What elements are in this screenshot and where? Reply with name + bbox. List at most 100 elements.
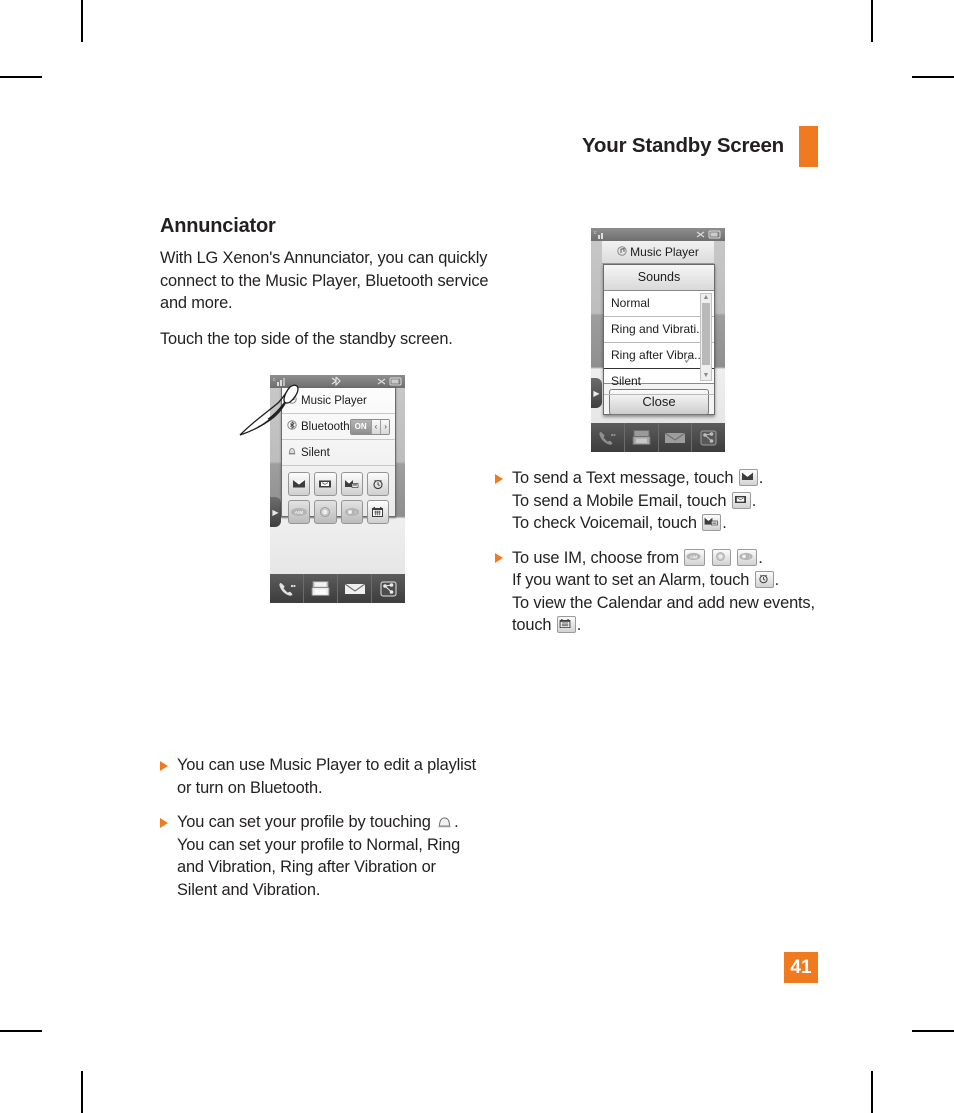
section-title-annunciator: Annunciator — [160, 215, 276, 237]
bullet-text-period: . — [751, 491, 757, 510]
sounds-list-scrollbar[interactable]: ▲ ▼ — [700, 293, 712, 381]
bullet-text-period: . — [454, 813, 459, 831]
dialer-icon[interactable] — [270, 574, 304, 603]
bullet-text-line3: To check Voicemail, touch — [512, 514, 697, 532]
yahoo-messenger-icon: ! — [737, 548, 758, 566]
alarm-clock-icon — [754, 571, 774, 588]
bullet-text-line4: Silent and Vibration. — [177, 880, 321, 899]
bullet-triangle-icon — [160, 760, 168, 771]
messages-icon[interactable] — [338, 574, 372, 603]
yahoo-messenger-icon[interactable]: ! — [340, 500, 363, 524]
messages-icon[interactable] — [659, 423, 693, 452]
sounds-option-list: Normal Ring and Vibrati... Ring after Vi… — [604, 291, 714, 395]
contacts-icon[interactable] — [625, 423, 659, 452]
sounds-dialog: Sounds Normal Ring and Vibrati... Ring a… — [603, 264, 715, 415]
phone-status-bar: c — [591, 228, 725, 241]
bullet-text-line2: To send a Mobile Email, touch — [512, 491, 727, 510]
svg-text:AIM: AIM — [295, 510, 304, 515]
bluetooth-toggle-next-icon[interactable]: › — [380, 419, 389, 434]
text-message-icon[interactable] — [288, 472, 311, 496]
bullet-text-line4: touch — [512, 616, 552, 634]
phone-dock-bar — [270, 574, 405, 603]
voicemail-icon[interactable] — [340, 472, 363, 496]
page-header: Your Standby Screen — [560, 124, 818, 168]
finger-touch-hand — [239, 384, 299, 436]
bullet-text-period: . — [722, 514, 727, 532]
bullet-triangle-icon — [495, 473, 503, 484]
windows-live-icon[interactable] — [314, 500, 337, 524]
sounds-option-ring-and-vibration[interactable]: Ring and Vibrati... — [604, 317, 714, 343]
bullet-triangle-icon — [495, 553, 503, 563]
page-number-badge: 41 — [784, 952, 818, 983]
contacts-icon[interactable] — [304, 574, 338, 603]
crop-mark-bottom-left — [81, 1071, 83, 1113]
left-bullet-list: You can use Music Player to edit a playl… — [160, 754, 490, 901]
bluetooth-toggle-state: ON — [350, 419, 371, 434]
dialer-icon[interactable] — [591, 423, 625, 452]
phone-title-label: Music Player — [630, 245, 699, 259]
sounds-option-ring-after-vibration[interactable]: Ring after Vibra... ✓ — [604, 343, 714, 369]
svg-text:AIM: AIM — [690, 554, 698, 559]
annunciator-shortcut-grid: AIM ! — [282, 466, 395, 530]
phone-dock-bar — [591, 423, 725, 452]
menu-icon[interactable] — [692, 423, 725, 452]
mobile-email-icon[interactable] — [314, 472, 337, 496]
bullet-text-line1: To use IM, choose from — [512, 548, 680, 567]
bullet-text-line2: If you want to set an Alarm, touch — [512, 571, 750, 589]
right-column: c Music Player ▶ Sounds Normal Ring and … — [495, 215, 825, 649]
sounds-option-label: Normal — [611, 296, 650, 310]
list-item: To use IM, choose from AIM ! . If you wa… — [495, 547, 825, 637]
sounds-option-silent[interactable]: Silent — [604, 369, 714, 395]
slide-out-handle[interactable]: ▶ — [270, 497, 281, 527]
crop-mark-right-top — [912, 76, 954, 78]
music-note-icon — [617, 245, 627, 259]
scroll-down-icon[interactable]: ▼ — [702, 372, 710, 380]
page-title: Your Standby Screen — [581, 134, 784, 157]
phone-mockup-sounds: c Music Player ▶ Sounds Normal Ring and … — [591, 228, 725, 452]
crop-mark-bottom-right — [871, 1071, 873, 1113]
crop-mark-left-bottom — [0, 1030, 42, 1032]
sounds-option-label: Silent — [611, 374, 642, 388]
bullet-text-line1: You can set your profile by touching — [177, 813, 431, 831]
list-item: You can set your profile by touching . Y… — [160, 811, 490, 901]
right-bullet-list: To send a Text message, touch . To send … — [495, 467, 825, 637]
voicemail-icon — [702, 514, 722, 531]
calendar-icon — [556, 616, 576, 633]
crop-mark-right-bottom — [912, 1030, 954, 1032]
slide-out-handle[interactable]: ▶ — [591, 378, 602, 408]
windows-live-icon — [711, 548, 731, 566]
sounds-dialog-title: Sounds — [604, 265, 714, 291]
phone-title-bar: Music Player — [602, 241, 714, 264]
scroll-up-icon[interactable]: ▲ — [702, 294, 710, 302]
bluetooth-toggle[interactable]: ON ‹ › — [349, 418, 390, 435]
bullet-text-line2: You can set your profile to Normal, Ring — [177, 835, 461, 854]
scrollbar-thumb[interactable] — [702, 303, 710, 365]
bullet-text: You can use Music Player to edit a playl… — [177, 756, 477, 797]
calendar-icon[interactable] — [366, 500, 389, 524]
list-item: You can use Music Player to edit a playl… — [160, 754, 490, 799]
list-item: To send a Text message, touch . To send … — [495, 467, 825, 535]
svg-text:!: ! — [355, 510, 356, 515]
sounds-option-label: Ring and Vibrati... — [611, 322, 707, 336]
svg-text:c: c — [594, 230, 597, 236]
bullet-text-line3: and Vibration, Ring after Vibration or — [177, 858, 436, 876]
sounds-option-normal[interactable]: Normal — [604, 291, 714, 317]
aim-icon[interactable]: AIM — [288, 500, 311, 524]
menu-icon[interactable] — [372, 574, 405, 603]
crop-mark-left-top — [0, 76, 42, 78]
aim-icon: AIM — [684, 548, 706, 566]
bullet-text-line3: To view the Calendar and add new events, — [512, 593, 815, 612]
touch-instruction-paragraph: Touch the top side of the standby screen… — [160, 329, 453, 348]
bullet-text-line1: To send a Text message, touch — [512, 469, 734, 487]
bluetooth-toggle-prev-icon[interactable]: ‹ — [370, 419, 381, 434]
text-message-icon — [738, 469, 758, 486]
bullet-text-period: . — [576, 616, 582, 634]
crop-mark-top-left — [81, 0, 83, 42]
svg-text:!: ! — [749, 554, 750, 559]
bullet-text-period: . — [758, 469, 764, 487]
alarm-clock-icon[interactable] — [366, 472, 389, 496]
bell-icon — [436, 815, 453, 830]
left-column: Annunciator With LG Xenon's Annunciator,… — [160, 215, 490, 913]
bullet-text-period: . — [758, 548, 763, 567]
intro-paragraph: With LG Xenon's Annunciator, you can qui… — [160, 249, 489, 312]
